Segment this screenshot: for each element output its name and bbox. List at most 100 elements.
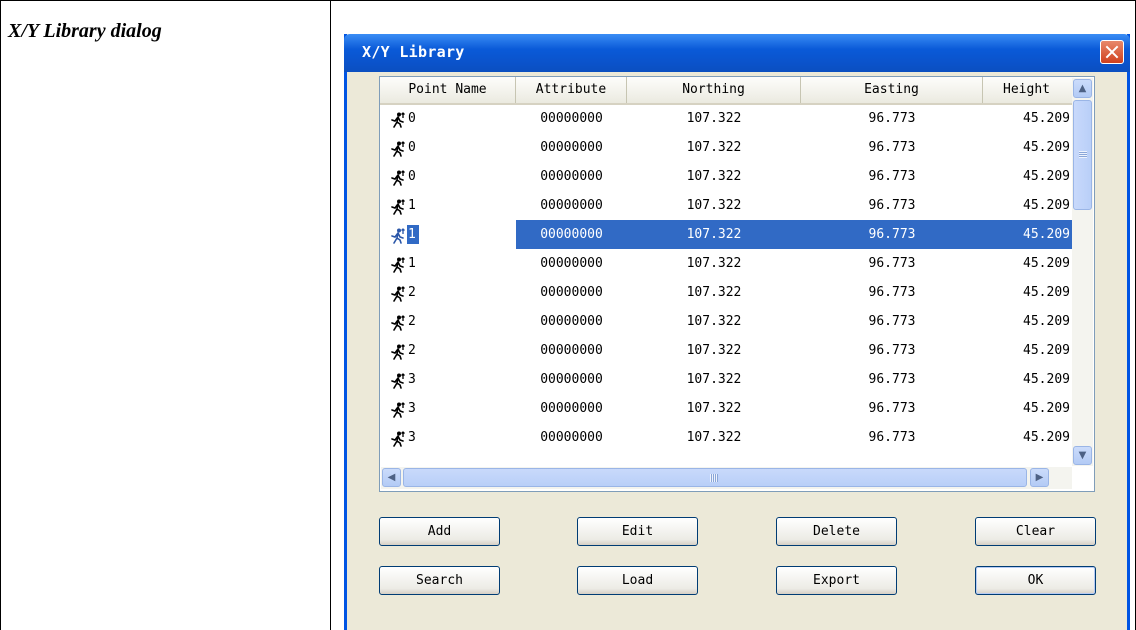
northing-cell: 107.322 <box>686 198 742 213</box>
easting-cell: 96.773 <box>868 140 916 155</box>
close-icon[interactable] <box>1100 40 1124 64</box>
northing-cell: 107.322 <box>686 372 742 387</box>
running-person-icon <box>390 342 406 360</box>
table-row[interactable]: 0 00000000 107.322 96.773 45.209 <box>380 104 1074 133</box>
load-button[interactable]: Load <box>577 566 698 595</box>
figure-caption: X/Y Library dialog <box>8 20 162 42</box>
running-person-icon <box>390 313 406 331</box>
search-button[interactable]: Search <box>379 566 500 595</box>
table-row[interactable]: 2 00000000 107.322 96.773 45.209 <box>380 278 1074 307</box>
scroll-right-icon[interactable]: ▶ <box>1030 468 1049 487</box>
point-name: 3 <box>408 372 416 387</box>
scroll-up-icon[interactable]: ▲ <box>1073 79 1092 98</box>
point-name-cell: 2 <box>380 307 516 336</box>
attribute-cell: 00000000 <box>540 111 603 126</box>
point-name-cell: 3 <box>380 394 516 423</box>
height-cell: 45.209 <box>1023 140 1070 155</box>
points-list-view[interactable]: Point Name Attribute Northing Easting He… <box>379 76 1095 492</box>
point-name-cell: 2 <box>380 278 516 307</box>
point-name: 1 <box>408 256 416 271</box>
table-top-border <box>0 0 1136 1</box>
attribute-cell: 00000000 <box>540 430 603 445</box>
table-row[interactable]: 0 00000000 107.322 96.773 45.209 <box>380 133 1074 162</box>
height-cell: 45.209 <box>983 220 1074 249</box>
add-button[interactable]: Add <box>379 517 500 546</box>
scroll-left-icon[interactable]: ◀ <box>382 468 401 487</box>
table-row[interactable]: 1 00000000 107.322 96.773 45.209 <box>380 249 1074 278</box>
height-cell: 45.209 <box>1023 198 1070 213</box>
dialog-title: X/Y Library <box>362 43 465 61</box>
point-name: 2 <box>408 285 416 300</box>
horizontal-scroll-thumb[interactable] <box>403 468 1027 487</box>
easting-cell: 96.773 <box>868 343 916 358</box>
running-person-icon <box>390 226 406 244</box>
edit-button[interactable]: Edit <box>577 517 698 546</box>
vertical-scroll-thumb[interactable] <box>1073 100 1092 210</box>
easting-cell: 96.773 <box>868 198 916 213</box>
column-header-easting[interactable]: Easting <box>801 77 983 103</box>
table-row[interactable]: 3 00000000 107.322 96.773 45.209 <box>380 394 1074 423</box>
attribute-cell: 00000000 <box>540 198 603 213</box>
easting-cell: 96.773 <box>868 111 916 126</box>
column-header-height[interactable]: Height <box>983 77 1074 103</box>
northing-cell: 107.322 <box>686 343 742 358</box>
northing-cell: 107.322 <box>686 314 742 329</box>
attribute-cell: 00000000 <box>540 169 603 184</box>
column-header-point-name[interactable]: Point Name <box>380 77 516 103</box>
easting-cell: 96.773 <box>868 430 916 445</box>
point-name-cell: 0 <box>380 162 516 191</box>
scroll-down-icon[interactable]: ▼ <box>1073 446 1092 465</box>
point-name: 0 <box>408 111 416 126</box>
ok-button[interactable]: OK <box>975 566 1096 595</box>
point-name: 1 <box>408 198 416 213</box>
northing-cell: 107.322 <box>686 169 742 184</box>
height-cell: 45.209 <box>1023 285 1070 300</box>
easting-cell: 96.773 <box>868 314 916 329</box>
running-person-icon <box>390 139 406 157</box>
point-name: 2 <box>408 343 416 358</box>
height-cell: 45.209 <box>1023 372 1070 387</box>
easting-cell: 96.773 <box>868 256 916 271</box>
export-button[interactable]: Export <box>776 566 897 595</box>
easting-cell: 96.773 <box>868 285 916 300</box>
easting-cell: 96.773 <box>801 220 983 249</box>
running-person-icon <box>390 400 406 418</box>
column-header-attribute[interactable]: Attribute <box>516 77 627 103</box>
vertical-scrollbar[interactable]: ▲ ▼ <box>1072 78 1093 466</box>
point-name: 2 <box>408 314 416 329</box>
point-name-cell: 0 <box>380 133 516 162</box>
point-name: 3 <box>408 430 416 445</box>
northing-cell: 107.322 <box>686 111 742 126</box>
table-row[interactable]: 3 00000000 107.322 96.773 45.209 <box>380 423 1074 452</box>
northing-cell: 107.322 <box>686 256 742 271</box>
northing-cell: 107.322 <box>686 285 742 300</box>
table-row[interactable]: 1 00000000 107.322 96.773 45.209 <box>380 220 1074 249</box>
height-cell: 45.209 <box>1023 343 1070 358</box>
running-person-icon <box>390 197 406 215</box>
height-cell: 45.209 <box>1023 169 1070 184</box>
point-name-cell: 3 <box>380 365 516 394</box>
table-row[interactable]: 3 00000000 107.322 96.773 45.209 <box>380 365 1074 394</box>
easting-cell: 96.773 <box>868 372 916 387</box>
attribute-cell: 00000000 <box>540 256 603 271</box>
height-cell: 45.209 <box>1023 256 1070 271</box>
point-name-cell: 1 <box>380 249 516 278</box>
clear-button[interactable]: Clear <box>975 517 1096 546</box>
table-row[interactable]: 1 00000000 107.322 96.773 45.209 <box>380 191 1074 220</box>
column-header-northing[interactable]: Northing <box>627 77 801 103</box>
height-cell: 45.209 <box>1023 430 1070 445</box>
northing-cell: 107.322 <box>686 430 742 445</box>
running-person-icon <box>390 255 406 273</box>
easting-cell: 96.773 <box>868 169 916 184</box>
table-row[interactable]: 2 00000000 107.322 96.773 45.209 <box>380 336 1074 365</box>
table-row[interactable]: 0 00000000 107.322 96.773 45.209 <box>380 162 1074 191</box>
running-person-icon <box>390 110 406 128</box>
running-person-icon <box>390 284 406 302</box>
point-name: 0 <box>408 140 416 155</box>
horizontal-scrollbar[interactable]: ◀ ▶ <box>381 467 1072 489</box>
table-row[interactable]: 2 00000000 107.322 96.773 45.209 <box>380 307 1074 336</box>
point-name-cell: 1 <box>380 191 516 220</box>
running-person-icon <box>390 371 406 389</box>
delete-button[interactable]: Delete <box>776 517 897 546</box>
dialog-titlebar[interactable]: X/Y Library <box>344 34 1130 72</box>
